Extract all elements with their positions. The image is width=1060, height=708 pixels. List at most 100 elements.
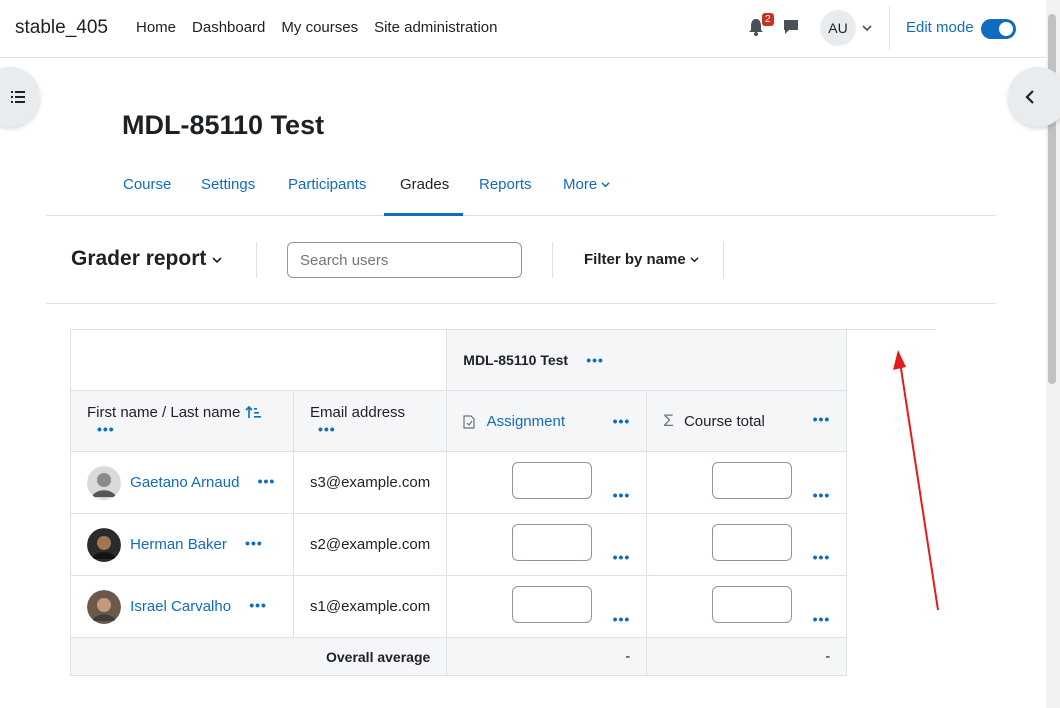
assignment-grade-cell: ••• xyxy=(446,451,648,514)
tab-settings[interactable]: Settings xyxy=(201,176,255,193)
email-cell: s3@example.com xyxy=(292,451,448,514)
course-total-grade-cell: ••• xyxy=(646,575,848,638)
more-icon[interactable]: ••• xyxy=(97,421,115,437)
report-action-bar: Grader report Filter by name xyxy=(46,216,996,304)
more-icon[interactable]: ••• xyxy=(813,411,831,427)
course-total-column-header: Course total xyxy=(683,413,765,430)
user-avatar[interactable]: AU xyxy=(820,10,856,46)
user-picture[interactable] xyxy=(87,465,121,500)
user-name-link[interactable]: Herman Baker xyxy=(130,535,227,552)
user-name-link[interactable]: Gaetano Arnaud xyxy=(130,473,239,490)
user-cell: Gaetano Arnaud ••• xyxy=(70,451,294,514)
course-total-grade-input[interactable] xyxy=(712,523,793,561)
assignment-header-cell: Assignment ••• xyxy=(446,390,648,452)
chevron-down-icon xyxy=(601,182,610,188)
table-corner-cell xyxy=(69,329,448,391)
name-header-cell: First name / Last name ••• xyxy=(70,390,294,452)
navbar-divider xyxy=(889,6,890,50)
assignment-grade-input[interactable] xyxy=(512,585,593,623)
tab-course[interactable]: Course xyxy=(123,176,171,193)
course-total-grade-cell: ••• xyxy=(646,513,848,576)
more-icon[interactable]: ••• xyxy=(613,549,631,565)
more-icon[interactable]: ••• xyxy=(813,487,831,503)
top-navbar: stable_405 Home Dashboard My courses Sit… xyxy=(0,0,1046,58)
tab-more[interactable]: More xyxy=(563,176,610,193)
tab-reports[interactable]: Reports xyxy=(479,176,532,193)
nav-my-courses[interactable]: My courses xyxy=(281,19,358,36)
more-icon[interactable]: ••• xyxy=(586,352,604,368)
more-icon[interactable]: ••• xyxy=(813,549,831,565)
email-cell: s2@example.com xyxy=(292,513,448,576)
user-cell: Israel Carvalho ••• xyxy=(70,575,294,638)
chevron-left-icon xyxy=(1025,90,1034,104)
more-icon[interactable]: ••• xyxy=(613,487,631,503)
email-cell: s1@example.com xyxy=(292,575,448,638)
course-total-grade-cell: ••• xyxy=(646,451,848,514)
assignment-icon xyxy=(463,414,475,429)
primary-navigation: Home Dashboard My courses Site administr… xyxy=(136,19,498,36)
chevron-down-icon xyxy=(690,257,699,263)
tab-grades[interactable]: Grades xyxy=(400,176,449,193)
user-picture[interactable] xyxy=(87,589,121,624)
table-row: Herman Baker ••• s2@example.com ••• ••• xyxy=(70,513,848,576)
name-column-header[interactable]: First name / Last name xyxy=(87,404,240,421)
course-total-grade-input[interactable] xyxy=(712,461,793,499)
user-cell: Herman Baker ••• xyxy=(70,513,294,576)
edit-mode-label[interactable]: Edit mode xyxy=(906,19,974,36)
assignment-grade-cell: ••• xyxy=(446,575,648,638)
table-row: Israel Carvalho ••• s1@example.com ••• •… xyxy=(70,575,848,638)
message-icon[interactable] xyxy=(782,18,800,36)
report-title: Grader report xyxy=(71,247,207,270)
table-row: Gaetano Arnaud ••• s3@example.com ••• ••… xyxy=(70,451,848,514)
action-bar-divider xyxy=(256,242,257,278)
tab-participants[interactable]: Participants xyxy=(288,176,366,193)
edit-mode-toggle[interactable] xyxy=(981,19,1016,39)
course-total-grade-input[interactable] xyxy=(712,585,793,623)
overall-assignment-value: - xyxy=(446,637,648,676)
more-icon[interactable]: ••• xyxy=(318,421,336,437)
category-header-cell: MDL-85110 Test ••• xyxy=(446,329,848,391)
grader-table: MDL-85110 Test ••• First name / Last nam… xyxy=(69,329,848,676)
more-icon[interactable]: ••• xyxy=(245,535,263,551)
index-drawer-icon xyxy=(11,91,25,103)
nav-dashboard[interactable]: Dashboard xyxy=(192,19,265,36)
nav-home[interactable]: Home xyxy=(136,19,176,36)
course-total-header-cell: Σ Course total ••• xyxy=(646,390,848,452)
overall-total-value: - xyxy=(646,637,848,676)
block-drawer-button[interactable] xyxy=(1008,67,1060,127)
assignment-column-header[interactable]: Assignment xyxy=(487,413,565,430)
more-icon[interactable]: ••• xyxy=(813,611,831,627)
site-name[interactable]: stable_405 xyxy=(15,17,108,39)
user-name-link[interactable]: Israel Carvalho xyxy=(130,597,231,614)
more-icon[interactable]: ••• xyxy=(258,473,276,489)
action-bar-divider xyxy=(552,242,553,278)
more-icon[interactable]: ••• xyxy=(613,413,631,429)
sigma-icon: Σ xyxy=(663,411,674,430)
action-bar-divider xyxy=(723,242,724,278)
tab-more-label: More xyxy=(563,176,598,193)
page-title: MDL-85110 Test xyxy=(122,110,325,140)
more-icon[interactable]: ••• xyxy=(613,611,631,627)
category-header: MDL-85110 Test xyxy=(463,351,569,368)
assignment-grade-input[interactable] xyxy=(512,523,593,561)
nav-site-administration[interactable]: Site administration xyxy=(374,19,497,36)
filter-by-name-label: Filter by name xyxy=(584,251,686,268)
chevron-down-icon xyxy=(212,257,222,264)
annotation-arrow-icon xyxy=(893,350,939,611)
more-icon[interactable]: ••• xyxy=(249,597,267,613)
overall-average-label: Overall average xyxy=(69,637,448,676)
assignment-grade-cell: ••• xyxy=(446,513,648,576)
search-users-input[interactable] xyxy=(287,242,522,278)
user-picture[interactable] xyxy=(87,527,121,562)
chevron-down-icon[interactable] xyxy=(862,23,872,33)
report-selector[interactable]: Grader report xyxy=(71,247,222,271)
secondary-navigation: Course Settings Participants Grades Repo… xyxy=(46,160,996,216)
overall-average-row: Overall average - - xyxy=(69,637,848,676)
email-column-header: Email address xyxy=(310,404,406,421)
notification-count-badge: 2 xyxy=(762,13,774,26)
filter-by-name-button[interactable]: Filter by name xyxy=(584,251,699,268)
table-top-extension xyxy=(846,329,936,330)
course-index-drawer-button[interactable] xyxy=(0,67,40,127)
sort-asc-icon[interactable] xyxy=(245,405,261,419)
assignment-grade-input[interactable] xyxy=(512,461,593,499)
